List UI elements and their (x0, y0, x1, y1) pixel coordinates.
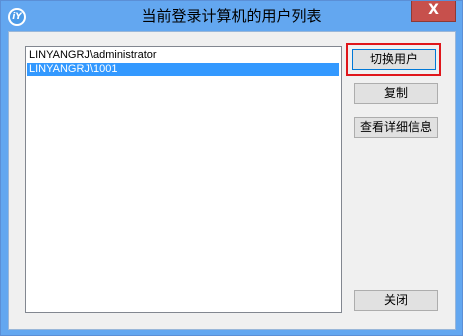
copy-button[interactable]: 复制 (354, 83, 438, 104)
list-item-1001[interactable]: LINYANGRJ\1001 (27, 63, 339, 76)
title-bar[interactable]: iY 当前登录计算机的用户列表 X (1, 1, 462, 31)
view-details-button[interactable]: 查看详细信息 (354, 117, 438, 138)
close-button[interactable]: 关闭 (354, 290, 438, 311)
window-title: 当前登录计算机的用户列表 (141, 7, 322, 25)
close-window-button[interactable]: X (411, 1, 456, 22)
dialog-body: LINYANGRJ\administrator LINYANGRJ\1001 切… (8, 31, 456, 330)
list-item-administrator[interactable]: LINYANGRJ\administrator (27, 49, 339, 62)
user-list-dialog: iY 当前登录计算机的用户列表 X LINYANGRJ\administrato… (0, 0, 463, 336)
switch-user-button[interactable]: 切换用户 (352, 49, 436, 70)
user-listbox[interactable]: LINYANGRJ\administrator LINYANGRJ\1001 (25, 46, 342, 313)
